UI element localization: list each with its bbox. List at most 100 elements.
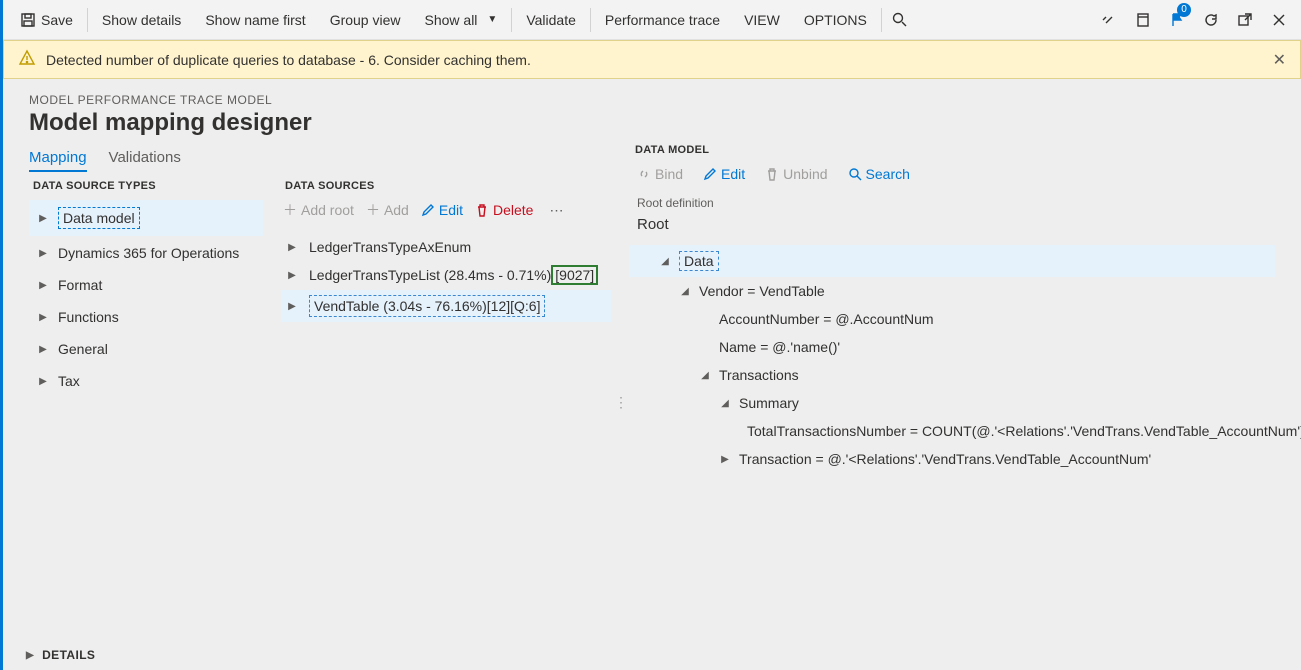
trash-icon [475, 203, 489, 217]
unbind-label: Unbind [783, 166, 827, 182]
dm-node-label: Summary [739, 395, 799, 411]
chevron-right-icon: ▶ [38, 213, 48, 224]
banner-text: Detected number of duplicate queries to … [46, 52, 531, 68]
close-button[interactable] [1263, 1, 1295, 39]
dst-item-label: Data model [58, 207, 140, 229]
dm-node-label: TotalTransactionsNumber = COUNT(@.'<Rela… [747, 423, 1301, 439]
add-button[interactable]: ＋ Add [366, 200, 409, 220]
data-source-types-panel: DATA SOURCE TYPES ▶ Data model ▶ Dynamic… [29, 180, 263, 473]
chevron-right-icon: ▶ [285, 242, 299, 253]
add-root-label: Add root [301, 202, 354, 218]
plus-icon: ＋ [283, 200, 297, 220]
dm-node-summary[interactable]: ◢ Summary [629, 389, 1275, 417]
dm-actions: Bind Edit Unbind Search [629, 166, 1275, 192]
delete-button[interactable]: Delete [475, 202, 533, 218]
dm-node-label: AccountNumber = @.AccountNum [719, 311, 934, 327]
show-name-first-button[interactable]: Show name first [193, 1, 317, 39]
dm-edit-label: Edit [721, 166, 745, 182]
tab-validations[interactable]: Validations [109, 149, 181, 172]
dm-node-data[interactable]: ◢ Data [629, 245, 1275, 277]
refresh-button[interactable] [1195, 1, 1227, 39]
dm-node-name[interactable]: Name = @.'name()' [629, 333, 1275, 361]
dm-edit-button[interactable]: Edit [703, 166, 745, 182]
dst-item-label: General [58, 341, 108, 357]
separator [590, 8, 591, 32]
dm-node-totaltransactionsnumber[interactable]: TotalTransactionsNumber = COUNT(@.'<Rela… [629, 417, 1275, 445]
connect-button[interactable] [1093, 1, 1125, 39]
separator [87, 8, 88, 32]
details-toggle[interactable]: ▶ DETAILS [26, 648, 95, 662]
unbind-button[interactable]: Unbind [765, 166, 827, 182]
chevron-right-icon: ▶ [285, 270, 299, 281]
add-root-button[interactable]: ＋ Add root [283, 200, 354, 220]
bind-button[interactable]: Bind [637, 166, 683, 182]
chevron-right-icon: ▶ [719, 454, 731, 465]
dst-item-label: Format [58, 277, 102, 293]
edit-button[interactable]: Edit [421, 202, 463, 218]
ds-row-suffix-highlight: [9027] [551, 265, 598, 285]
dm-search-button[interactable]: Search [848, 166, 910, 182]
link-icon [1101, 12, 1117, 28]
ds-tree: ▶ LedgerTransTypeAxEnum ▶ LedgerTransTyp… [281, 234, 611, 322]
show-all-label: Show all [425, 12, 478, 28]
dst-item-functions[interactable]: ▶ Functions [29, 302, 263, 332]
save-button[interactable]: Save [9, 1, 85, 39]
performance-trace-button[interactable]: Performance trace [593, 1, 732, 39]
chevron-down-icon: ◢ [679, 286, 691, 297]
group-view-button[interactable]: Group view [318, 1, 413, 39]
dm-node-accountnumber[interactable]: AccountNumber = @.AccountNum [629, 305, 1275, 333]
notifications-button[interactable]: 0 [1161, 1, 1193, 39]
root-definition-value[interactable]: Root [629, 212, 1275, 245]
dst-item-tax[interactable]: ▶ Tax [29, 366, 263, 396]
office-icon [1135, 12, 1151, 28]
dm-node-label: Transactions [719, 367, 799, 383]
show-details-button[interactable]: Show details [90, 1, 193, 39]
plus-icon: ＋ [366, 200, 380, 220]
dst-item-label: Dynamics 365 for Operations [58, 245, 239, 261]
popout-button[interactable] [1229, 1, 1261, 39]
dm-node-transaction[interactable]: ▶ Transaction = @.'<Relations'.'VendTran… [629, 445, 1275, 473]
dst-item-d365[interactable]: ▶ Dynamics 365 for Operations [29, 238, 263, 268]
dst-item-general[interactable]: ▶ General [29, 334, 263, 364]
tab-mapping[interactable]: Mapping [29, 149, 87, 172]
separator [511, 8, 512, 32]
validate-button[interactable]: Validate [514, 1, 588, 39]
show-all-button[interactable]: Show all ▼ [413, 1, 510, 39]
column-splitter[interactable]: ⋮ [614, 394, 625, 411]
toolbar-right: 0 [1093, 1, 1295, 39]
office-button[interactable] [1127, 1, 1159, 39]
ds-row-label: LedgerTransTypeAxEnum [309, 239, 471, 255]
more-button[interactable]: ⋯ [545, 202, 567, 219]
warning-banner: Detected number of duplicate queries to … [3, 40, 1301, 79]
link-icon [637, 167, 651, 181]
dst-item-label: Tax [58, 373, 80, 389]
options-button[interactable]: OPTIONS [792, 1, 879, 39]
dst-item-format[interactable]: ▶ Format [29, 270, 263, 300]
ds-row-ledgertranstypelist[interactable]: ▶ LedgerTransTypeList (28.4ms - 0.71%)[9… [281, 262, 611, 288]
add-label: Add [384, 202, 409, 218]
trash-icon [765, 167, 779, 181]
warning-icon [18, 49, 36, 70]
ds-row-vendtable[interactable]: ▶ VendTable (3.04s - 76.16%)[12][Q:6] [281, 290, 611, 322]
ds-row-label: LedgerTransTypeList (28.4ms - 0.71%)[902… [309, 267, 598, 283]
chevron-down-icon: ◢ [699, 370, 711, 381]
view-button[interactable]: VIEW [732, 1, 792, 39]
banner-close-button[interactable]: ✕ [1273, 50, 1286, 70]
dm-node-transactions[interactable]: ◢ Transactions [629, 361, 1275, 389]
dm-node-vendor[interactable]: ◢ Vendor = VendTable [629, 277, 1275, 305]
ds-row-label: VendTable (3.04s - 76.16%)[12][Q:6] [309, 295, 545, 317]
delete-label: Delete [493, 202, 533, 218]
refresh-icon [1203, 12, 1219, 28]
dm-heading: DATA MODEL [635, 144, 1275, 156]
search-icon [892, 12, 907, 27]
ds-row-ledgertranstypeaxenum[interactable]: ▶ LedgerTransTypeAxEnum [281, 234, 611, 260]
search-button[interactable] [884, 1, 916, 39]
pencil-icon [703, 167, 717, 181]
breadcrumb: MODEL PERFORMANCE TRACE MODEL [29, 93, 1275, 107]
edit-label: Edit [439, 202, 463, 218]
dm-node-label: Name = @.'name()' [719, 339, 840, 355]
close-icon [1272, 13, 1286, 27]
chevron-right-icon: ▶ [38, 344, 48, 355]
chevron-down-icon: ◢ [659, 256, 671, 267]
dst-item-data-model[interactable]: ▶ Data model [29, 200, 263, 236]
